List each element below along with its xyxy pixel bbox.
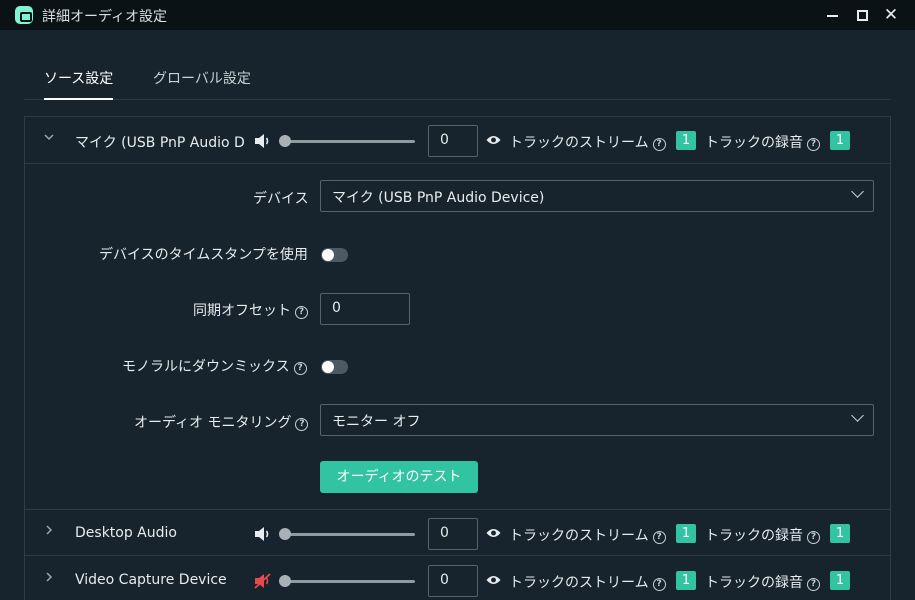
- record-label-text: トラックの録音: [705, 575, 803, 591]
- timestamp-toggle[interactable]: [321, 248, 348, 262]
- tab-global-settings[interactable]: グローバル設定: [153, 68, 251, 100]
- record-track-badge[interactable]: 1: [830, 131, 850, 150]
- stream-tracks-label: トラックのストリーム?: [509, 572, 666, 592]
- sync-offset-text: 同期オフセット: [193, 303, 291, 319]
- muted-volume-icon[interactable]: [254, 573, 272, 589]
- title-bar: 詳細オーディオ設定 ✕: [0, 0, 915, 30]
- source-name: Video Capture Device: [75, 572, 227, 588]
- volume-slider[interactable]: [279, 528, 415, 540]
- chevron-down-icon: [851, 185, 864, 198]
- device-select[interactable]: マイク (USB PnP Audio Device): [320, 180, 874, 212]
- help-icon[interactable]: ?: [652, 578, 666, 591]
- tab-bar: ソース設定 グローバル設定: [24, 62, 891, 100]
- record-track-badge[interactable]: 1: [830, 571, 850, 590]
- monitoring-select-value: モニター オフ: [332, 414, 421, 430]
- expand-chevron-icon[interactable]: [42, 524, 56, 538]
- stream-label-text: トラックのストリーム: [509, 135, 649, 151]
- close-icon: ✕: [883, 5, 899, 25]
- help-icon[interactable]: ?: [295, 306, 308, 319]
- toggle-knob: [322, 249, 334, 261]
- stream-tracks-label: トラックのストリーム?: [509, 525, 666, 545]
- app-logo-icon: [15, 6, 33, 24]
- close-button[interactable]: ✕: [880, 4, 902, 26]
- monitoring-label: オーディオ モニタリング?: [134, 412, 309, 432]
- volume-slider[interactable]: [279, 575, 415, 587]
- help-icon[interactable]: ?: [295, 418, 309, 431]
- audio-test-button[interactable]: オーディオのテスト: [320, 461, 478, 493]
- mono-toggle[interactable]: [321, 360, 348, 374]
- source-name: Desktop Audio: [75, 525, 177, 541]
- volume-icon[interactable]: [254, 133, 272, 149]
- slider-handle[interactable]: [279, 135, 291, 147]
- eye-icon: [486, 574, 501, 586]
- tab-source-settings[interactable]: ソース設定: [44, 68, 114, 100]
- source-row-desktop-audio: Desktop Audio 0 トラックのストリーム? 1 トラックの録音? 1: [25, 509, 890, 556]
- stream-track-badge[interactable]: 1: [676, 131, 696, 150]
- maximize-button[interactable]: [851, 4, 873, 26]
- volume-icon[interactable]: [254, 526, 272, 542]
- help-icon[interactable]: ?: [807, 578, 820, 591]
- toggle-knob: [322, 361, 334, 373]
- record-tracks-label: トラックの録音?: [705, 525, 820, 545]
- slider-handle[interactable]: [279, 528, 291, 540]
- volume-input[interactable]: 0: [428, 518, 478, 550]
- mono-label-text: モノラルにダウンミックス: [122, 359, 290, 375]
- help-icon[interactable]: ?: [807, 138, 820, 151]
- record-tracks-label: トラックの録音?: [705, 132, 820, 152]
- volume-input[interactable]: 0: [428, 565, 478, 597]
- help-icon[interactable]: ?: [652, 138, 666, 151]
- stream-track-badge[interactable]: 1: [676, 524, 696, 543]
- eye-icon: [486, 134, 501, 146]
- record-track-badge[interactable]: 1: [830, 524, 850, 543]
- sync-offset-label: 同期オフセット?: [193, 300, 308, 320]
- help-icon[interactable]: ?: [293, 362, 307, 375]
- window-title: 詳細オーディオ設定: [42, 9, 168, 25]
- help-icon[interactable]: ?: [652, 531, 666, 544]
- minimize-button[interactable]: [821, 4, 843, 26]
- help-icon[interactable]: ?: [807, 531, 820, 544]
- monitoring-label-text: オーディオ モニタリング: [134, 415, 292, 431]
- source-list-panel: マイク (USB PnP Audio D... 0 トラックのストリーム? 1 …: [24, 116, 891, 600]
- timestamp-label: デバイスのタイムスタンプを使用: [99, 247, 308, 263]
- stream-label-text: トラックのストリーム: [509, 575, 649, 591]
- monitoring-select[interactable]: モニター オフ: [320, 404, 874, 436]
- record-label-text: トラックの録音: [705, 135, 803, 151]
- stream-track-badge[interactable]: 1: [676, 571, 696, 590]
- stream-tracks-label: トラックのストリーム?: [509, 132, 666, 152]
- eye-icon: [486, 527, 501, 539]
- slider-handle[interactable]: [279, 575, 291, 587]
- record-tracks-label: トラックの録音?: [705, 572, 820, 592]
- source-name: マイク (USB PnP Audio D...: [75, 135, 245, 151]
- collapse-chevron-icon[interactable]: [42, 131, 56, 145]
- device-label: デバイス: [253, 191, 309, 207]
- maximize-icon: [856, 9, 868, 21]
- device-select-value: マイク (USB PnP Audio Device): [332, 190, 545, 206]
- source-row-mic: マイク (USB PnP Audio D... 0 トラックのストリーム? 1 …: [25, 117, 890, 164]
- stream-label-text: トラックのストリーム: [509, 528, 649, 544]
- sync-offset-input[interactable]: 0: [320, 293, 410, 325]
- volume-slider[interactable]: [279, 135, 415, 147]
- chevron-down-icon: [851, 409, 864, 422]
- volume-input[interactable]: 0: [428, 125, 478, 157]
- minimize-icon: [826, 15, 838, 17]
- expand-chevron-icon[interactable]: [42, 571, 56, 585]
- record-label-text: トラックの録音: [705, 528, 803, 544]
- mono-label: モノラルにダウンミックス?: [122, 356, 307, 376]
- source-row-video-capture: Video Capture Device 0 トラックのストリーム? 1 トラッ…: [25, 557, 890, 600]
